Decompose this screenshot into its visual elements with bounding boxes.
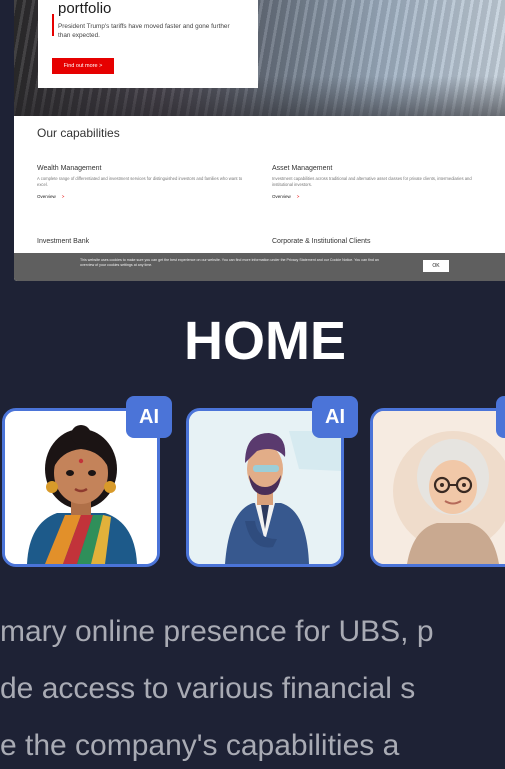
website-screenshot: portfolio President Trump's tariffs have… [14,0,505,281]
hero-accent-rule [52,14,54,36]
capability-name: Asset Management [272,165,333,172]
elderly-woman-avatar-icon [373,411,505,564]
hero-title: portfolio [58,0,112,17]
page-title: HOME [184,311,346,371]
body-text-line-2: de access to various financial s [0,672,416,705]
capability-name: Wealth Management [37,165,102,172]
capability-overview-link[interactable]: Overview > [37,194,247,199]
hero-text: President Trump's tariffs have moved fas… [58,23,230,39]
capability-description: Investment capabilities across tradition… [272,176,472,187]
stage: portfolio President Trump's tariffs have… [0,0,505,769]
find-out-more-button[interactable]: Find out more > [52,58,114,74]
body-text-line-3: e the company's capabilities a [0,729,400,762]
capability-corporate-institutional[interactable]: Corporate & Institutional Clients [272,238,370,245]
capability-description: A complete range of differentiated and i… [37,176,243,187]
chevron-right-icon: > [61,194,65,199]
capability-investment-bank[interactable]: Investment Bank [37,238,89,245]
capability-overview-link[interactable]: Overview > [272,194,482,199]
capability-wealth-management[interactable]: Wealth Management A complete range of di… [37,165,247,199]
ai-badge: AI [126,396,172,438]
chevron-right-icon: > [296,194,300,199]
ai-badge: AI [496,396,505,438]
cookie-banner: This website uses cookies to make sure y… [14,253,505,281]
capability-asset-management[interactable]: Asset Management Investment capabilities… [272,165,482,199]
capabilities-title: Our capabilities [37,126,120,140]
hero-card: portfolio President Trump's tariffs have… [38,0,258,88]
cookie-ok-button[interactable]: OK [423,260,449,272]
body-text-line-1: mary online presence for UBS, p [0,615,434,648]
avatar-card-3[interactable] [370,408,505,567]
ai-badge: AI [312,396,358,438]
cookie-text: This website uses cookies to make sure y… [80,258,379,267]
